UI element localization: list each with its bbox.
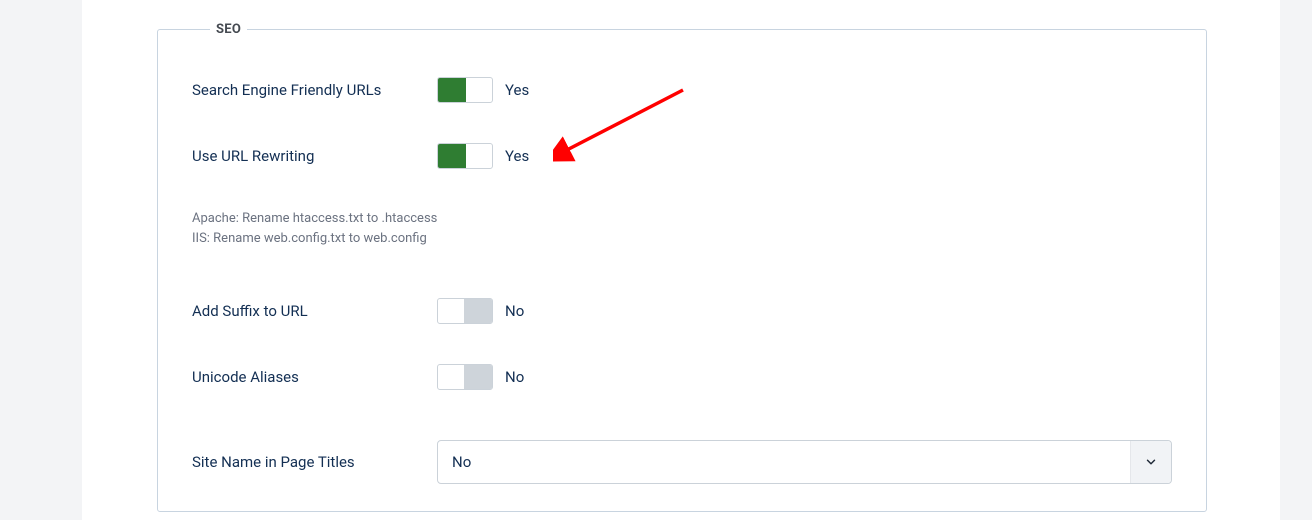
row-unicode: Unicode Aliases No: [192, 364, 1172, 390]
toggle-url-rewriting-text: Yes: [505, 147, 529, 165]
toggle-suffix[interactable]: [437, 298, 493, 324]
toggle-unicode[interactable]: [437, 364, 493, 390]
label-suffix: Add Suffix to URL: [192, 302, 437, 320]
help-line-apache: Apache: Rename htaccess.txt to .htaccess: [192, 209, 1172, 229]
label-sitename: Site Name in Page Titles: [192, 453, 437, 471]
field-sef-urls: Yes: [437, 77, 1172, 103]
rewrite-help-text: Apache: Rename htaccess.txt to .htaccess…: [192, 209, 1172, 248]
row-suffix: Add Suffix to URL No: [192, 298, 1172, 324]
row-sitename: Site Name in Page Titles No: [192, 440, 1172, 484]
section-title: SEO: [210, 22, 247, 37]
seo-fieldset: SEO Search Engine Friendly URLs Yes Use …: [157, 22, 1207, 512]
field-unicode: No: [437, 364, 1172, 390]
toggle-suffix-text: No: [505, 302, 524, 320]
select-sitename[interactable]: No: [437, 440, 1172, 484]
chevron-down-icon: [1130, 441, 1171, 483]
select-sitename-value: No: [438, 441, 1130, 483]
toggle-url-rewriting[interactable]: [437, 143, 493, 169]
toggle-sef-urls-text: Yes: [505, 81, 529, 99]
field-suffix: No: [437, 298, 1172, 324]
help-line-iis: IIS: Rename web.config.txt to web.config: [192, 229, 1172, 249]
row-sef-urls: Search Engine Friendly URLs Yes: [192, 77, 1172, 103]
toggle-unicode-text: No: [505, 368, 524, 386]
field-url-rewriting: Yes: [437, 143, 1172, 169]
label-unicode: Unicode Aliases: [192, 368, 437, 386]
label-sef-urls: Search Engine Friendly URLs: [192, 81, 437, 99]
toggle-sef-urls[interactable]: [437, 77, 493, 103]
field-sitename: No: [437, 440, 1172, 484]
row-url-rewriting: Use URL Rewriting Yes: [192, 143, 1172, 169]
label-url-rewriting: Use URL Rewriting: [192, 147, 437, 165]
